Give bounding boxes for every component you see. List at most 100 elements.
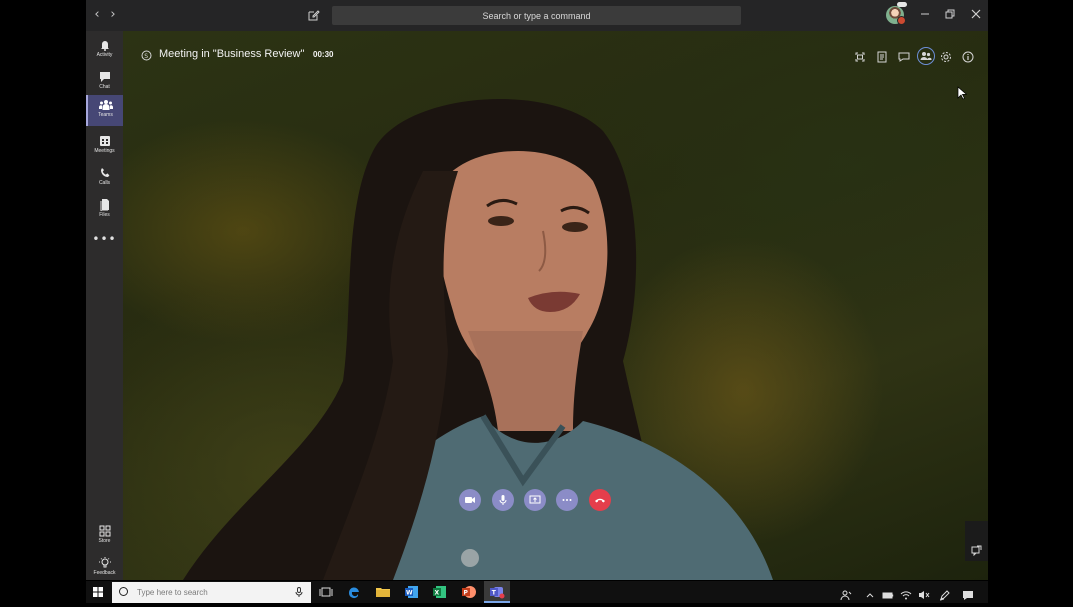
share-screen-button[interactable] [524,489,546,511]
profile-avatar[interactable] [886,2,907,25]
participants-icon [920,52,932,60]
hang-up-button[interactable] [589,489,611,511]
participants-button[interactable] [917,47,935,65]
meeting-info-button[interactable] [961,49,975,63]
rail-item-label: Teams [98,112,113,118]
conversation-button[interactable] [897,49,911,63]
cortana-icon [119,587,128,596]
rail-item-label: Calls [98,180,111,186]
chevron-up-icon [866,593,874,598]
notification-icon [963,591,973,600]
restore-button[interactable] [942,7,958,23]
windows-start-icon[interactable] [92,586,104,598]
gear-icon [941,52,951,62]
rail-item-label: Feedback [93,570,116,576]
task-view-button[interactable] [318,584,334,600]
minimize-button[interactable] [917,7,933,23]
speaker-icon [919,591,930,599]
svg-text:X: X [435,590,440,597]
rail-item-activity[interactable]: Activity [86,35,123,65]
teams-app-icon: T [490,587,505,599]
chat-bubble-icon [898,52,910,62]
teams-taskbar-button[interactable]: T [484,581,510,603]
show-hidden-icons-button[interactable] [864,586,876,598]
excel-icon: X [433,586,446,598]
action-center-button[interactable] [962,586,974,600]
microphone-icon [499,495,507,505]
svg-text:P: P [464,590,469,597]
teams-window: ‹ › Search or type a command Activity Ch… [86,0,988,580]
back-button[interactable]: ‹ [90,8,104,22]
command-search-input[interactable]: Search or type a command [332,6,741,25]
rail-item-meetings[interactable]: Meetings [86,131,123,161]
excel-button[interactable]: X [432,584,448,600]
presence-status-icon [897,16,906,25]
call-controls [459,489,619,513]
command-search-placeholder: Search or type a command [482,10,591,21]
edge-icon [348,587,359,598]
rail-item-calls[interactable]: Calls [86,163,123,193]
video-camera-icon [465,497,475,503]
battery-icon [882,592,894,599]
folder-icon [376,588,390,597]
store-icon [99,525,110,537]
people-icon [840,590,852,601]
task-view-icon [319,587,333,597]
rail-item-files[interactable]: Files [86,195,123,225]
rail-item-label: Files [99,212,110,218]
info-icon [962,51,974,63]
forward-button[interactable]: › [106,8,120,22]
fullscreen-button[interactable] [853,49,867,63]
rail-item-label: Store [98,538,111,544]
pop-out-chat-tab[interactable] [965,521,988,561]
bell-icon [100,41,109,51]
rail-item-store[interactable]: Store [86,521,123,551]
restore-icon [945,9,955,19]
fullscreen-icon [855,52,865,62]
close-icon [971,9,981,19]
app-rail: Activity Chat Teams Meetings Calls Files… [86,31,123,580]
edge-button[interactable] [346,584,362,600]
mute-toggle-button[interactable] [492,489,514,511]
pen-icon [939,590,950,601]
rail-item-label: Meetings [94,148,115,154]
rail-item-teams[interactable]: Teams [86,95,123,126]
more-apps-button[interactable]: ••• [86,233,123,248]
device-settings-button[interactable] [939,49,953,63]
close-button[interactable] [968,7,984,23]
profile-badge [897,2,907,7]
compose-icon[interactable] [308,9,320,21]
rail-item-feedback[interactable]: Feedback [86,553,123,580]
desktop: ‹ › Search or type a command Activity Ch… [0,0,1073,603]
svg-text:W: W [406,590,413,597]
mouse-cursor-icon [957,86,967,100]
pen-workspace-button[interactable] [939,586,951,601]
skype-meeting-icon: S [141,50,152,61]
more-actions-button[interactable] [556,489,578,511]
file-explorer-button[interactable] [375,584,391,600]
meeting-notes-button[interactable] [875,49,889,63]
microphone-icon[interactable] [295,587,303,597]
windows-taskbar: Type here to search W X P T [86,581,988,603]
battery-button[interactable] [882,586,894,599]
taskbar-search-placeholder: Type here to search [137,588,208,597]
camera-toggle-button[interactable] [459,489,481,511]
volume-button[interactable] [918,586,930,599]
word-button[interactable]: W [404,584,420,600]
phone-icon [100,168,109,177]
wifi-icon [900,591,912,600]
title-bar: ‹ › Search or type a command [86,0,988,31]
wifi-button[interactable] [900,586,912,600]
powerpoint-button[interactable]: P [461,584,477,600]
chat-icon [99,72,110,82]
people-button[interactable] [840,586,852,601]
taskbar-search-input[interactable]: Type here to search [112,582,311,603]
meeting-timer: 00:30 [313,50,334,59]
svg-text:S: S [144,53,148,60]
calendar-icon [99,136,110,146]
minimize-icon [921,13,929,15]
meeting-title: Meeting in "Business Review" [159,48,305,60]
rail-item-chat[interactable]: Chat [86,67,123,97]
feedback-icon [98,557,111,568]
meeting-stage: S Meeting in "Business Review" 00:30 [123,31,988,580]
